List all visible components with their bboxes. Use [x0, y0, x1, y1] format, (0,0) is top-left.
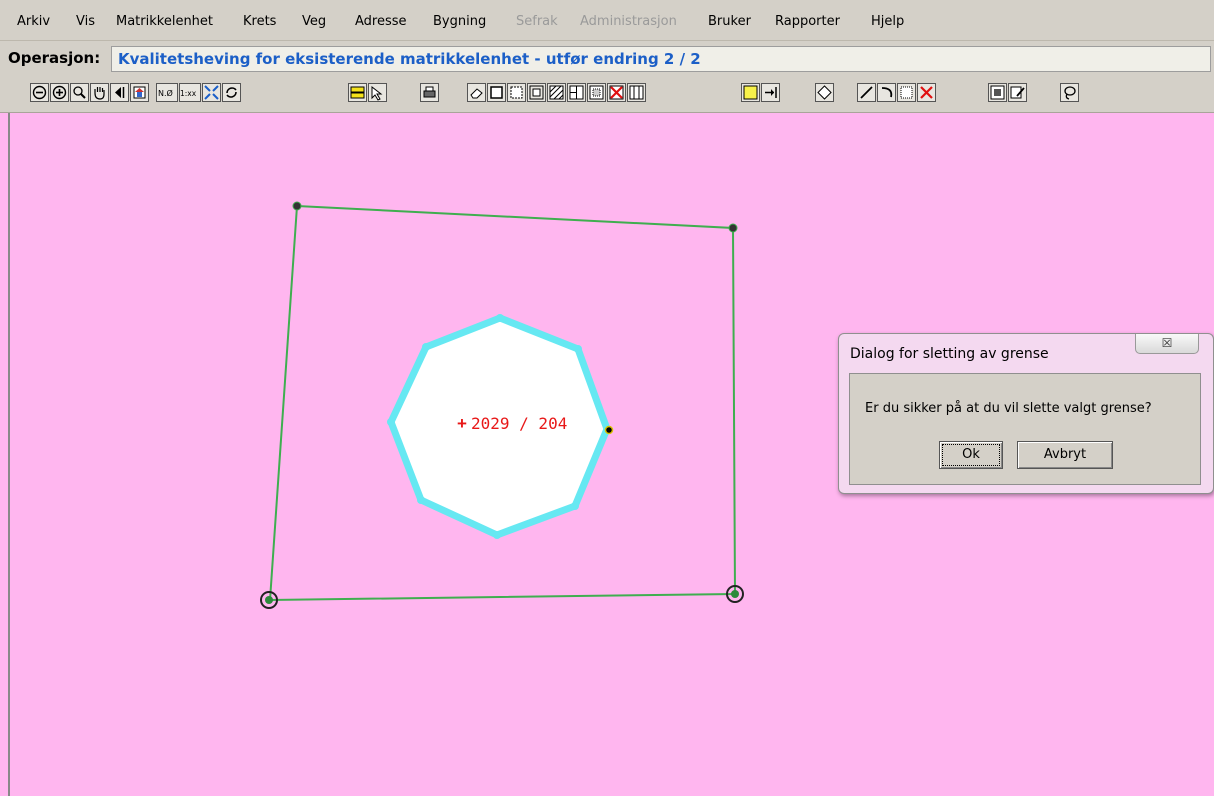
- lasso-icon[interactable]: [1060, 83, 1079, 102]
- menu-administrasjon: Administrasjon: [580, 14, 677, 29]
- yellow-rectangle-icon[interactable]: [741, 83, 760, 102]
- move-to-end-icon[interactable]: [761, 83, 780, 102]
- operation-field: Kvalitetsheving for eksisterende matrikk…: [111, 46, 1211, 72]
- frame-icon[interactable]: [988, 83, 1007, 102]
- refresh-icon[interactable]: [222, 83, 241, 102]
- arc-icon[interactable]: [877, 83, 896, 102]
- previous-view-icon[interactable]: [110, 83, 129, 102]
- ok-button[interactable]: Ok: [939, 441, 1003, 469]
- menu-bygning[interactable]: Bygning: [433, 14, 486, 29]
- menu-rapporter[interactable]: Rapporter: [775, 14, 840, 29]
- dialog-body: Er du sikker på at du vil slette valgt g…: [849, 373, 1201, 485]
- split-rectangle-icon[interactable]: [567, 83, 586, 102]
- layer-select-icon[interactable]: [348, 83, 367, 102]
- column-rectangle-icon[interactable]: [627, 83, 646, 102]
- boundary-point[interactable]: [728, 223, 738, 233]
- menu-bruker[interactable]: Bruker: [708, 14, 751, 29]
- cancel-button[interactable]: Avbryt: [1017, 441, 1113, 469]
- parcel-label: 2029 / 204: [471, 414, 567, 433]
- delete-rectangle-icon[interactable]: [607, 83, 626, 102]
- close-button[interactable]: ☒: [1135, 334, 1199, 354]
- dialog-title: Dialog for sletting av grense: [850, 346, 1049, 362]
- dashed-rectangle-icon[interactable]: [507, 83, 526, 102]
- menu-arkiv[interactable]: Arkiv: [17, 14, 50, 29]
- line-icon[interactable]: [857, 83, 876, 102]
- north-east-coord-icon[interactable]: N.Ø: [156, 83, 178, 102]
- boundary-point[interactable]: [292, 201, 302, 211]
- zoom-window-icon[interactable]: [70, 83, 89, 102]
- rectangle-icon[interactable]: [487, 83, 506, 102]
- zoom-extent-icon[interactable]: [202, 83, 221, 102]
- pointer-icon[interactable]: [368, 83, 387, 102]
- zoom-out-icon[interactable]: [30, 83, 49, 102]
- scale-icon[interactable]: 1:xx: [179, 83, 201, 102]
- menu-krets[interactable]: Krets: [243, 14, 276, 29]
- erase-icon[interactable]: [467, 83, 486, 102]
- delete-boundary-dialog: Dialog for sletting av grense ☒ Er du si…: [838, 333, 1214, 494]
- svg-text:1:xx: 1:xx: [180, 89, 197, 98]
- zoom-in-icon[interactable]: [50, 83, 69, 102]
- pan-hand-icon[interactable]: [90, 83, 109, 102]
- map-toolbar: N.Ø 1:xx: [0, 75, 1214, 113]
- parcel-marker-icon: +: [457, 414, 467, 433]
- dotted-box-icon[interactable]: [897, 83, 916, 102]
- operation-value: Kvalitetsheving for eksisterende matrikk…: [118, 50, 701, 68]
- grid-rectangle-icon[interactable]: [587, 83, 606, 102]
- close-icon: ☒: [1161, 336, 1173, 350]
- canvas-left-edge: [0, 112, 10, 796]
- dialog-message: Er du sikker på at du vil slette valgt g…: [865, 401, 1152, 416]
- menu-bar: Arkiv Vis Matrikkelenhet Krets Veg Adres…: [0, 0, 1214, 40]
- print-icon[interactable]: [420, 83, 439, 102]
- hatched-rectangle-icon[interactable]: [547, 83, 566, 102]
- operation-label: Operasjon:: [8, 49, 101, 67]
- menu-hjelp[interactable]: Hjelp: [871, 14, 904, 29]
- menu-matrikkelenhet[interactable]: Matrikkelenhet: [116, 14, 213, 29]
- menu-vis[interactable]: Vis: [76, 14, 95, 29]
- highlighted-vertex[interactable]: [604, 425, 614, 435]
- edit-icon[interactable]: [1008, 83, 1027, 102]
- diamond-icon[interactable]: [815, 83, 834, 102]
- home-view-icon[interactable]: [130, 83, 149, 102]
- inner-rectangle-icon[interactable]: [527, 83, 546, 102]
- menu-adresse[interactable]: Adresse: [355, 14, 407, 29]
- svg-text:N.Ø: N.Ø: [158, 88, 173, 98]
- operation-bar: Operasjon: Kvalitetsheving for eksistere…: [0, 40, 1214, 76]
- menu-sefrak: Sefrak: [516, 14, 558, 29]
- delete-icon[interactable]: [917, 83, 936, 102]
- menu-veg[interactable]: Veg: [302, 14, 326, 29]
